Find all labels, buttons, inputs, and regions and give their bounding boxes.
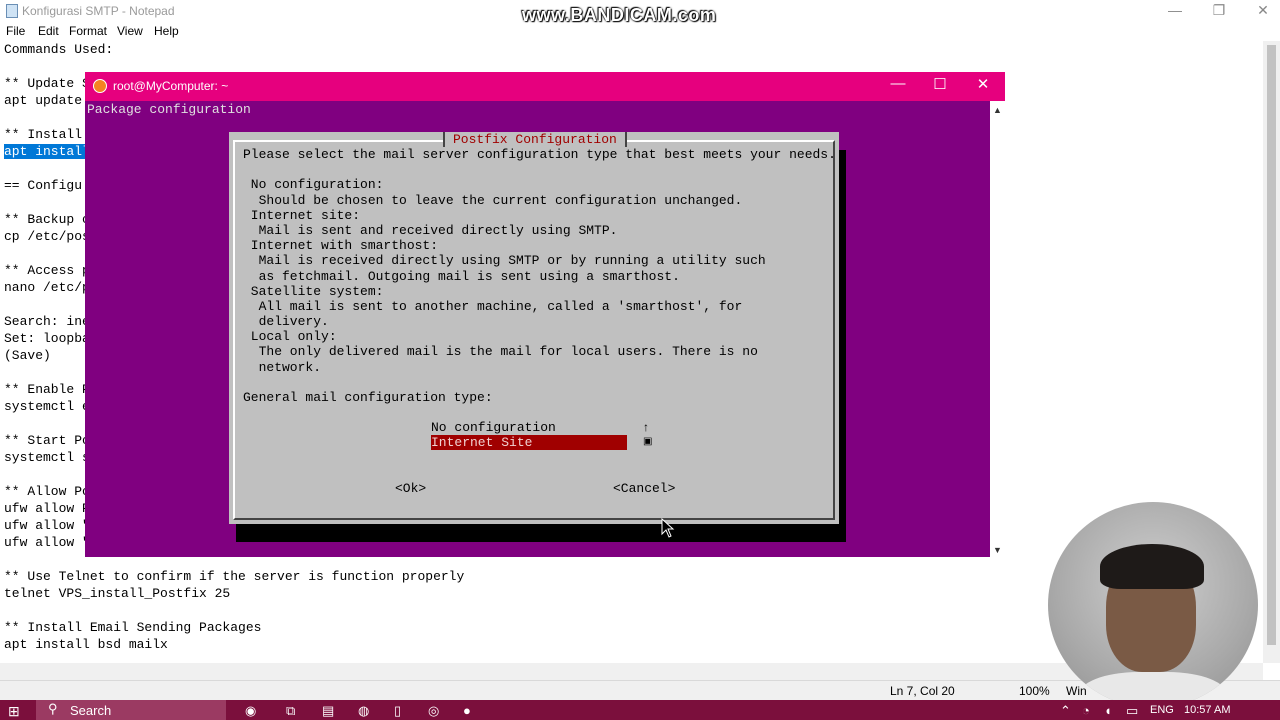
dialog-text-line: All mail is sent to another machine, cal… [243,298,743,314]
notepad-line: Commands Used: [4,42,114,57]
postfix-dialog: Postfix Configuration Please select the … [229,132,839,524]
selected-text: apt install [4,144,90,159]
dialog-text-line: Please select the mail server configurat… [243,147,836,162]
scroll-up-icon[interactable]: ▲ [993,105,1002,115]
chrome-icon[interactable]: ◍ [358,703,369,719]
menu-edit[interactable]: Edit [38,24,59,38]
dialog-text-line: Local only: [243,329,337,345]
status-zoom: 100% [1019,684,1050,698]
windows-start-icon[interactable]: ⊞ [8,703,20,720]
dialog-text-line: Satellite system: [243,283,384,299]
minimize-icon[interactable]: — [1160,2,1190,18]
ubuntu-taskbar-icon[interactable]: ◎ [428,703,439,719]
mouse-pointer-icon [661,518,675,538]
scroll-down-icon[interactable]: ▼ [993,545,1002,555]
dialog-description: Please select the mail server configurat… [243,147,836,405]
menu-help[interactable]: Help [154,24,179,38]
file-explorer-icon[interactable]: ▤ [322,703,334,719]
list-scroll-up-icon: ↑ [643,420,649,434]
terminal-maximize-icon[interactable]: ☐ [925,75,955,93]
dialog-text-line: delivery. [243,314,329,330]
dialog-text-line [243,375,836,390]
keyboard-icon[interactable]: ▭ [1126,703,1138,719]
dialog-text-line: The only delivered mail is the mail for … [243,344,758,360]
scrollbar-thumb[interactable] [1267,45,1276,645]
tray-chevron-icon[interactable]: ⌃ [1060,703,1071,719]
dialog-text-line: network. [243,359,322,375]
terminal-title: root@MyComputer: ~ [113,79,229,93]
list-scroll-position-icon: ▣ [643,436,653,447]
option-no-configuration[interactable]: No configuration [431,420,556,435]
terminal-title-bar[interactable]: root@MyComputer: ~ — ☐ ✕ [85,72,1005,101]
notepad-icon [6,4,18,18]
search-label: Search [70,703,112,718]
terminal-scrollbar[interactable]: ▲ ▼ [990,101,1005,557]
terminal-minimize-icon[interactable]: — [883,75,913,92]
language-indicator[interactable]: ENG [1150,704,1174,716]
dialog-text-line [243,162,836,177]
dialog-text-line: No configuration: [243,177,384,193]
notepad-title: Konfigurasi SMTP - Notepad [22,4,175,18]
cancel-button[interactable]: <Cancel> [613,481,675,496]
dialog-text-line: as fetchmail. Outgoing mail is sent usin… [243,268,680,284]
notepad-vertical-scrollbar[interactable] [1263,41,1280,663]
bandicam-watermark: www.BANDICAM.com [522,5,717,25]
dialog-text-line: Mail is received directly using SMTP or … [243,253,766,269]
notepad-taskbar-icon[interactable]: ▯ [394,703,401,719]
webcam-overlay [1048,502,1258,708]
dialog-text-line: Mail is sent and received directly using… [243,222,618,238]
terminal-close-icon[interactable]: ✕ [968,75,998,93]
ok-button[interactable]: <Ok> [395,481,426,496]
bandicam-app-icon[interactable]: ◉ [245,703,256,719]
dialog-text-line: Should be chosen to leave the current co… [243,192,743,208]
dialog-title: Postfix Configuration [443,132,627,147]
search-icon: ⚲ [48,701,58,716]
package-configuration-header: Package configuration [87,102,251,117]
menu-view[interactable]: View [117,24,143,38]
dialog-text-line: General mail configuration type: [243,390,493,405]
restore-icon[interactable]: ❐ [1204,2,1234,19]
volume-icon[interactable]: ◖ [1104,703,1112,718]
clock[interactable]: 10:57 AM [1184,704,1230,716]
ubuntu-icon [93,79,107,93]
menu-file[interactable]: File [6,24,25,38]
record-icon[interactable]: ● [463,703,471,718]
dialog-text-line: Internet with smarthost: [243,238,439,254]
option-internet-site[interactable]: Internet Site [431,435,627,450]
menu-format[interactable]: Format [69,24,107,38]
task-view-icon[interactable]: ⧉ [286,703,295,719]
taskbar-search[interactable]: ⚲ Search [36,700,226,720]
close-icon[interactable]: ✕ [1248,2,1278,19]
webcam-hair [1100,544,1204,589]
dialog-text-line: Internet site: [243,207,361,223]
taskbar: ⊞ ⚲ Search ◉ ⧉ ▤ ◍ ▯ ◎ ● ⌃ ◔ ◖ ▭ ENG 10:… [0,700,1280,720]
network-icon[interactable]: ◔ [1082,703,1090,718]
status-position: Ln 7, Col 20 [890,684,955,698]
